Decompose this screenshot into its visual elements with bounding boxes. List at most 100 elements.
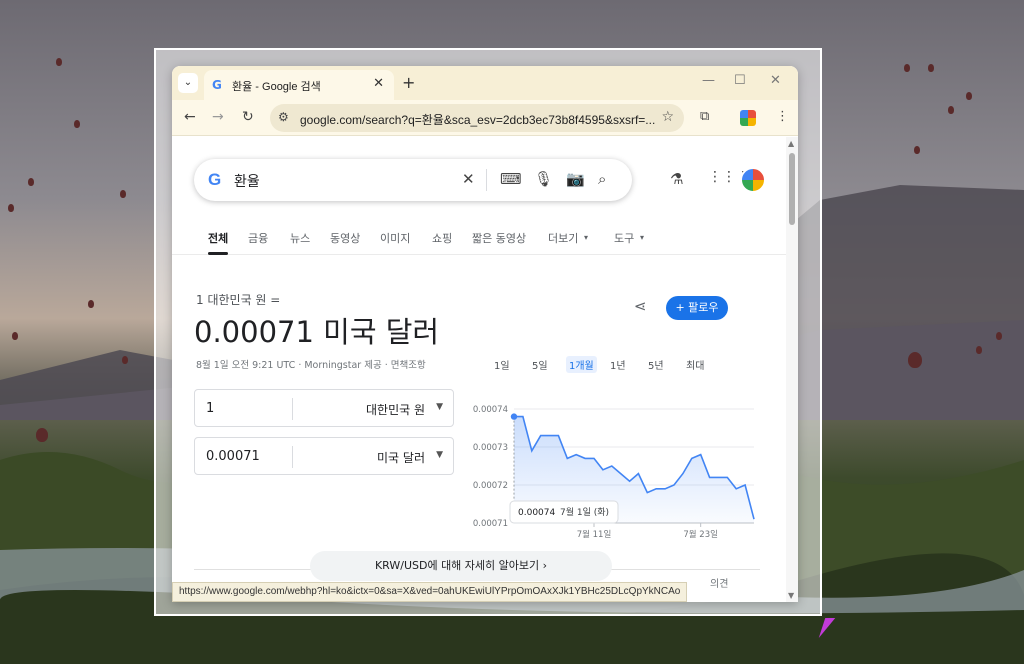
site-info-icon[interactable]: ⚙ <box>278 110 289 124</box>
balloon-decoration <box>966 92 972 100</box>
converter-from-line: 1 대한민국 원 = <box>196 293 281 307</box>
url-text: google.com/search?q=환율&sca_esv=2dcb3ec73… <box>300 113 656 127</box>
google-logo-icon: G <box>208 170 222 189</box>
search-icon[interactable]: ⌕ <box>598 170 606 188</box>
chart-tooltip-date: 7월 1일 (화) <box>560 506 609 518</box>
amount-input[interactable]: 1 <box>206 401 214 416</box>
tab-more[interactable]: 더보기 <box>548 230 578 246</box>
range-5d[interactable]: 5일 <box>532 357 548 372</box>
tab-close-icon[interactable]: ✕ <box>373 76 384 91</box>
exchange-rate-value: 0.00071 미국 달러 <box>194 315 440 349</box>
converter-row-to[interactable]: 0.00071 미국 달러 ▼ <box>194 437 454 475</box>
range-1m[interactable]: 1개월 <box>566 356 597 373</box>
tab-active[interactable]: G 환율 - Google 검색 ✕ <box>204 70 394 100</box>
lens-camera-icon[interactable]: 📷 <box>566 170 585 188</box>
x-tick-label: 7월 11일 <box>577 529 612 540</box>
balloon-decoration <box>36 428 48 442</box>
balloon-decoration <box>976 346 982 354</box>
balloon-decoration <box>88 300 94 308</box>
tab-all[interactable]: 전체 <box>208 230 229 255</box>
back-icon[interactable]: ← <box>184 109 196 125</box>
tab-short-videos[interactable]: 짧은 동영상 <box>472 230 526 246</box>
tab-news[interactable]: 뉴스 <box>290 230 310 246</box>
tab-title: 환율 - Google 검색 <box>232 81 321 93</box>
range-1d[interactable]: 1일 <box>494 357 510 372</box>
status-bar-url: https://www.google.com/webhp?hl=ko&ictx=… <box>172 582 688 602</box>
tab-strip: ⌄ G 환율 - Google 검색 ✕ + — ☐ ✕ <box>172 66 798 100</box>
feedback-link[interactable]: 의견 <box>710 575 728 590</box>
window-close-icon[interactable]: ✕ <box>770 73 781 88</box>
y-tick-label: 0.00074 <box>473 405 508 415</box>
clear-icon[interactable]: ✕ <box>462 170 475 188</box>
balloon-decoration <box>914 146 920 154</box>
range-5y[interactable]: 5년 <box>648 357 664 372</box>
keyboard-icon[interactable]: ⌨ <box>500 170 522 188</box>
profile-icon[interactable] <box>740 110 756 126</box>
balloon-decoration <box>122 356 128 364</box>
minimize-icon[interactable]: — <box>702 73 715 88</box>
currency-select[interactable]: 미국 달러 <box>377 449 425 466</box>
dropdown-caret-icon: ▼ <box>436 450 443 460</box>
dropdown-caret-icon: ▼ <box>436 402 443 412</box>
rate-meta: 8월 1일 오전 9:21 UTC · Morningstar 제공 · 면책조… <box>196 360 426 371</box>
tab-images[interactable]: 이미지 <box>380 230 410 246</box>
browser-toolbar: ← → ↻ ⚙ google.com/search?q=환율&sca_esv=2… <box>172 100 798 136</box>
balloon-decoration <box>948 106 954 114</box>
rate-chart[interactable]: 0.00074 0.00073 0.00072 0.00071 7월 11일 7월 23일… <box>462 391 762 551</box>
tab-finance[interactable]: 금융 <box>248 230 268 246</box>
range-max[interactable]: 최대 <box>686 357 704 372</box>
chart-hover-point <box>510 413 518 420</box>
balloon-decoration <box>928 64 934 72</box>
more-caret-icon: ▾ <box>584 233 589 242</box>
bookmark-star-icon[interactable]: ☆ <box>661 109 674 125</box>
maximize-icon[interactable]: ☐ <box>734 73 746 88</box>
y-tick-label: 0.00071 <box>473 519 508 529</box>
balloon-decoration <box>8 204 14 212</box>
balloon-decoration <box>120 190 126 198</box>
microphone-icon[interactable]: 🎙 <box>534 170 553 188</box>
search-results-page: G 환율 ✕ ⌨ 🎙 📷 ⌕ ⚗ ⋮⋮⋮ 전체 금융 뉴스 동영상 이미지 쇼핑… <box>172 137 798 602</box>
y-tick-label: 0.00072 <box>473 481 508 491</box>
learn-more-button[interactable]: KRW/USD에 대해 자세히 알아보기 › <box>310 551 612 581</box>
balloon-decoration <box>904 64 910 72</box>
balloon-decoration <box>56 58 62 66</box>
search-query[interactable]: 환율 <box>234 171 260 191</box>
range-1y[interactable]: 1년 <box>610 357 626 372</box>
scroll-down-icon[interactable]: ▼ <box>788 591 794 600</box>
divider <box>292 446 293 468</box>
currency-select[interactable]: 대한민국 원 <box>366 401 425 418</box>
tools-caret-icon: ▾ <box>640 233 645 242</box>
divider <box>292 398 293 420</box>
address-bar[interactable]: ⚙ google.com/search?q=환율&sca_esv=2dcb3ec… <box>270 104 684 132</box>
reload-icon[interactable]: ↻ <box>242 109 254 125</box>
account-avatar[interactable] <box>740 167 766 193</box>
chart-range-tabs: 1일 5일 1개월 1년 5년 최대 <box>482 355 722 375</box>
menu-kebab-icon[interactable]: ⋮ <box>776 109 789 124</box>
balloon-decoration <box>908 352 922 368</box>
chart-tooltip-value: 0.00074 <box>518 508 555 518</box>
balloon-decoration <box>996 332 1002 340</box>
tab-search-button[interactable]: ⌄ <box>178 73 198 93</box>
converter-row-from[interactable]: 1 대한민국 원 ▼ <box>194 389 454 427</box>
browser-window: ⌄ G 환율 - Google 검색 ✕ + — ☐ ✕ ← → ↻ ⚙ goo… <box>172 66 798 602</box>
tab-tools[interactable]: 도구 <box>614 230 634 246</box>
search-nav-tabs: 전체 금융 뉴스 동영상 이미지 쇼핑 짧은 동영상 더보기 ▾ 도구 ▾ <box>172 227 786 255</box>
balloon-decoration <box>28 178 34 186</box>
amount-input[interactable]: 0.00071 <box>206 449 260 464</box>
search-box[interactable]: G 환율 ✕ ⌨ 🎙 📷 ⌕ <box>194 159 632 201</box>
balloon-decoration <box>74 120 80 128</box>
scrollbar[interactable]: ▲ ▼ <box>786 137 798 602</box>
google-favicon-icon: G <box>212 78 222 92</box>
new-tab-button[interactable]: + <box>402 73 415 92</box>
tab-videos[interactable]: 동영상 <box>330 230 360 246</box>
tab-shopping[interactable]: 쇼핑 <box>432 230 452 246</box>
labs-flask-icon[interactable]: ⚗ <box>670 170 683 188</box>
extensions-icon[interactable]: ⧉ <box>700 109 709 124</box>
scroll-up-icon[interactable]: ▲ <box>788 139 794 148</box>
balloon-decoration <box>12 332 18 340</box>
x-tick-label: 7월 23일 <box>683 529 718 540</box>
scrollbar-thumb[interactable] <box>789 153 795 225</box>
share-icon[interactable]: ⋖ <box>634 297 647 315</box>
forward-icon[interactable]: → <box>212 109 224 125</box>
follow-button[interactable]: + 팔로우 <box>666 296 728 320</box>
